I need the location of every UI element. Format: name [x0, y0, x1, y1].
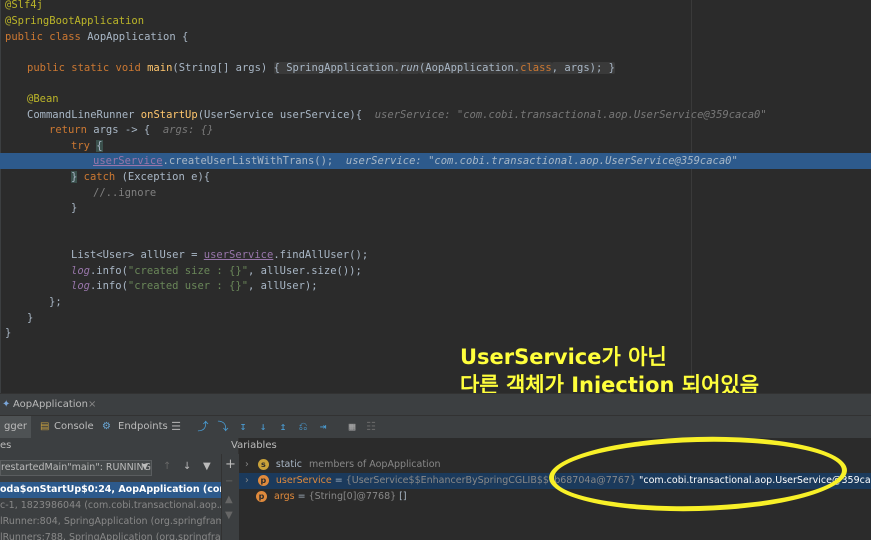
frames-header: es: [0, 440, 12, 451]
tab-endpoints[interactable]: Endpoints: [118, 416, 168, 438]
code-editor[interactable]: @Slf4j @SpringBootApplication public cla…: [0, 0, 871, 393]
code-line-close-class: }: [5, 327, 12, 339]
inline-value-hint: userService: "com.cobi.transactional.aop…: [374, 109, 767, 121]
editor-gutter-line: [0, 0, 1, 393]
chevron-right-icon[interactable]: ›: [239, 475, 249, 486]
step-over-icon[interactable]: ⤵: [216, 420, 230, 434]
move-down-icon[interactable]: ▼: [225, 510, 233, 521]
close-icon[interactable]: ×: [88, 394, 96, 416]
arrow-up-icon[interactable]: ↑: [163, 461, 171, 472]
variables-header: Variables: [231, 440, 277, 451]
console-icon: ▤: [40, 421, 50, 432]
parameter-icon: p: [257, 475, 269, 486]
step-out-icon[interactable]: ↥: [276, 420, 290, 434]
code-line-comment: //..ignore: [93, 187, 157, 199]
force-step-into-icon[interactable]: ↓: [256, 420, 270, 434]
annotation-text-line1: UserService가 아닌: [460, 345, 667, 369]
code-line-current-execution: userService.createUserListWithTrans(); u…: [93, 155, 738, 167]
arrow-down-icon[interactable]: ↓: [183, 461, 191, 472]
code-line-close-catch: }: [71, 202, 78, 214]
debug-tool-window-header: ✦ AopApplication ×: [0, 393, 871, 416]
remove-watch-icon[interactable]: −: [225, 476, 233, 487]
code-line-runner: CommandLineRunner onStartUp(UserService …: [27, 109, 767, 121]
move-up-icon[interactable]: ▲: [225, 494, 233, 505]
variables-side-toolbar: + − ▲ ▼: [221, 454, 239, 540]
frames-panel: es restartedMain"main": RUNNING ▼ ↑ ↓ ▼ …: [0, 438, 238, 540]
code-line-close-method: }: [27, 312, 34, 324]
tab-debugger[interactable]: gger: [0, 416, 31, 438]
tab-console[interactable]: Console: [54, 416, 94, 438]
add-watch-icon[interactable]: +: [225, 457, 236, 472]
code-line-main: public static void main(String[] args) {…: [27, 62, 615, 74]
debug-toolbar: gger ▤ Console ⚙ Endpoints ☰ ⤴ ⤵ ↧ ↓ ↥ ⎌…: [0, 415, 871, 439]
code-line-1: @Slf4j: [5, 0, 43, 11]
code-line-close-lambda: };: [49, 296, 62, 308]
code-line-log-user: log.info("created user : {}", allUser);: [71, 280, 318, 292]
debug-icon: ✦: [2, 399, 11, 410]
step-into-icon[interactable]: ↧: [236, 420, 250, 434]
stack-frame-selected[interactable]: oda$onStartUp$0:24, AopApplication (com.…: [0, 482, 221, 498]
code-line-return: return args -> { args: {}: [49, 124, 214, 136]
code-line-log-size: log.info("created size : {}", allUser.si…: [71, 265, 362, 277]
stack-frame[interactable]: lRunners:788, SpringApplication (org.spr…: [0, 530, 221, 540]
code-line-try: try {: [71, 140, 103, 152]
code-line-find-all: List<User> allUser = userService.findAll…: [71, 249, 369, 261]
parameter-icon: p: [256, 491, 267, 502]
code-line-3: public class AopApplication {: [5, 31, 189, 43]
chevron-down-icon: ▼: [141, 462, 148, 471]
chevron-right-icon[interactable]: ›: [239, 459, 249, 470]
editor-right-margin: [691, 0, 692, 393]
thread-select[interactable]: restartedMain"main": RUNNING ▼: [0, 460, 152, 476]
trace-icon[interactable]: ☷: [364, 420, 378, 434]
evaluate-expression-icon[interactable]: ▦: [345, 420, 359, 434]
static-icon: s: [257, 459, 269, 470]
stack-frame[interactable]: lRunner:804, SpringApplication (org.spri…: [0, 514, 221, 530]
drop-frame-icon[interactable]: ⎌: [296, 420, 310, 434]
stack-frame[interactable]: c-1, 1823986044 (com.cobi.transactional.…: [0, 498, 221, 514]
run-to-cursor-icon[interactable]: ⇥: [316, 420, 330, 434]
menu-icon[interactable]: ☰: [169, 420, 183, 434]
show-execution-point-icon[interactable]: ⤴: [196, 420, 210, 434]
filter-icon[interactable]: ▼: [203, 461, 211, 472]
endpoints-icon: ⚙: [102, 421, 111, 432]
annotation-text-line2: 다른 객체가 Injection 되어있음: [460, 373, 760, 393]
code-line-bean: @Bean: [27, 93, 59, 105]
code-line-2: @SpringBootApplication: [5, 15, 145, 27]
debug-session-tab[interactable]: AopApplication: [13, 394, 88, 416]
code-line-catch: } catch (Exception e){: [71, 171, 211, 183]
